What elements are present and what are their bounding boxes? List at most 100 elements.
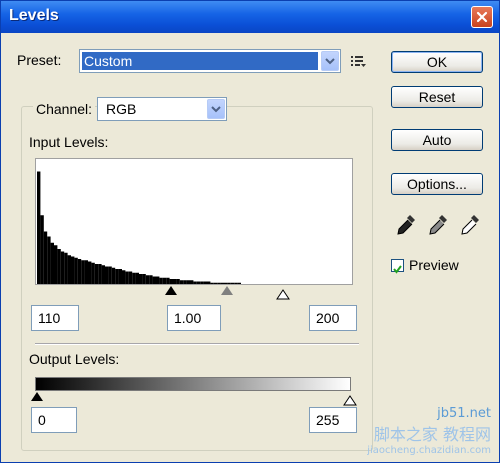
input-gamma-field[interactable] xyxy=(167,305,221,331)
histogram-bar xyxy=(224,282,228,284)
histogram-bar xyxy=(152,276,156,284)
histogram xyxy=(35,158,353,285)
histogram-bar xyxy=(128,271,133,284)
options-button[interactable]: Options... xyxy=(391,173,483,195)
preview-checkbox[interactable] xyxy=(391,259,404,274)
histogram-bar xyxy=(54,245,58,284)
histogram-bar xyxy=(139,274,143,284)
histogram-bar xyxy=(101,265,105,284)
preview-label: Preview xyxy=(409,257,459,273)
output-gradient-bar xyxy=(35,377,351,391)
chevron-down-icon xyxy=(207,99,225,119)
histogram-bar xyxy=(203,281,207,284)
histogram-bar xyxy=(64,252,68,284)
histogram-bar xyxy=(71,256,75,284)
window-title: Levels xyxy=(9,7,59,24)
output-black-field[interactable] xyxy=(31,407,77,433)
histogram-bar xyxy=(166,277,170,284)
checkmark-icon xyxy=(393,265,402,274)
histogram-bar xyxy=(40,215,44,284)
histogram-bar xyxy=(132,272,136,284)
histogram-bar xyxy=(98,264,102,284)
output-black-slider[interactable] xyxy=(31,392,43,401)
input-white-field[interactable] xyxy=(309,305,357,331)
gray-eyedropper-icon[interactable] xyxy=(427,213,449,239)
histogram-bar xyxy=(135,272,139,284)
histogram-bar xyxy=(159,277,163,284)
histogram-bar xyxy=(217,282,221,284)
histogram-bar xyxy=(47,236,51,284)
auto-button[interactable]: Auto xyxy=(391,129,483,151)
input-levels-label: Input Levels: xyxy=(29,134,109,150)
histogram-bar xyxy=(91,262,95,284)
histogram-bar xyxy=(234,282,238,284)
histogram-bar xyxy=(50,242,54,284)
histogram-bar xyxy=(145,275,150,284)
histogram-bar xyxy=(207,281,211,284)
histogram-bar xyxy=(179,280,184,284)
histogram-bar xyxy=(142,274,146,284)
preset-label: Preset: xyxy=(17,52,62,68)
dialog-content: Preset: Custom Channel: RGB Input Levels… xyxy=(7,35,493,458)
histogram-bar xyxy=(108,266,112,284)
histogram-bar xyxy=(210,282,214,284)
histogram-bar xyxy=(162,277,167,284)
histogram-bar xyxy=(81,260,85,284)
channel-value: RGB xyxy=(106,101,137,117)
histogram-bar xyxy=(60,251,65,284)
histogram-bar xyxy=(122,270,126,284)
histogram-bar xyxy=(176,279,180,284)
white-eyedropper-icon[interactable] xyxy=(459,213,481,239)
histogram-bar xyxy=(149,275,153,284)
levels-dialog: Levels Preset: Custom Channel: RGB Input… xyxy=(0,0,500,463)
histogram-chart xyxy=(37,171,241,284)
histogram-bar xyxy=(200,281,204,284)
histogram-bar xyxy=(84,260,88,284)
close-icon xyxy=(476,11,488,23)
preset-select[interactable]: Custom xyxy=(79,49,341,73)
histogram-bar xyxy=(43,231,48,284)
histogram-bar xyxy=(156,276,160,284)
histogram-bar xyxy=(125,271,129,284)
histogram-bar xyxy=(237,282,241,284)
histogram-bar xyxy=(169,279,173,284)
close-button[interactable] xyxy=(471,6,493,28)
histogram-bar xyxy=(190,280,194,284)
channel-select[interactable]: RGB xyxy=(97,97,227,121)
histogram-bar xyxy=(111,267,116,284)
histogram-bar xyxy=(230,282,235,284)
histogram-bar xyxy=(227,282,231,284)
histogram-bar xyxy=(193,281,197,284)
input-black-slider[interactable] xyxy=(165,286,177,295)
histogram-bar xyxy=(186,280,190,284)
histogram-bar xyxy=(37,171,41,284)
black-eyedropper-icon[interactable] xyxy=(395,213,417,239)
histogram-bar xyxy=(118,269,122,284)
output-white-slider[interactable] xyxy=(343,391,357,406)
title-bar: Levels xyxy=(1,1,499,33)
preset-options-icon[interactable] xyxy=(349,53,367,69)
histogram-bar xyxy=(173,279,177,284)
histogram-bar xyxy=(67,255,71,284)
histogram-bar xyxy=(105,266,109,284)
histogram-bar xyxy=(183,280,187,284)
preset-value: Custom xyxy=(84,53,133,69)
histogram-bar xyxy=(77,259,82,284)
chevron-down-icon xyxy=(321,51,339,71)
histogram-bar xyxy=(74,257,78,284)
channel-label: Channel: xyxy=(33,101,96,117)
histogram-bar xyxy=(196,281,201,284)
input-black-field[interactable] xyxy=(31,305,79,331)
input-white-slider[interactable] xyxy=(276,285,290,300)
histogram-bar xyxy=(115,269,119,284)
output-white-field[interactable] xyxy=(309,407,357,433)
ok-button[interactable]: OK xyxy=(391,51,483,73)
reset-button[interactable]: Reset xyxy=(391,86,483,108)
histogram-bar xyxy=(57,249,61,284)
histogram-bar xyxy=(213,282,218,284)
histogram-bar xyxy=(88,261,92,284)
output-levels-label: Output Levels: xyxy=(29,351,120,367)
input-gamma-slider[interactable] xyxy=(221,286,233,295)
histogram-bar xyxy=(220,282,224,284)
divider xyxy=(35,343,359,345)
